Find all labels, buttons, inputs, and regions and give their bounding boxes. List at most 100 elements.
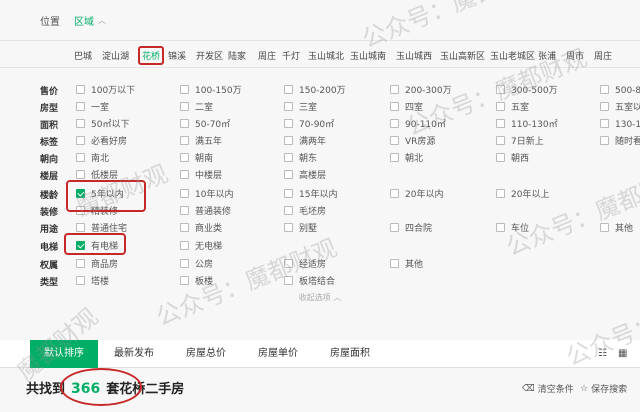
checkbox[interactable] [284, 259, 293, 268]
checkbox[interactable] [284, 170, 293, 179]
checkbox[interactable] [180, 241, 189, 250]
filter-option[interactable]: 五室 [496, 100, 529, 113]
checkbox[interactable] [496, 119, 505, 128]
filter-option[interactable]: 五室以上 [600, 100, 640, 113]
filter-option[interactable]: 四室 [390, 100, 423, 113]
checkbox[interactable] [496, 102, 505, 111]
checkbox[interactable] [390, 259, 399, 268]
checkbox[interactable] [284, 276, 293, 285]
filter-option[interactable]: 普通装修 [180, 204, 231, 217]
filter-option[interactable]: 朝西 [496, 151, 529, 164]
checkbox[interactable] [76, 223, 85, 232]
checkbox[interactable] [180, 206, 189, 215]
checkbox[interactable] [76, 170, 85, 179]
checkbox[interactable] [180, 119, 189, 128]
filter-option[interactable]: 车位 [496, 221, 529, 234]
checkbox[interactable] [180, 136, 189, 145]
filter-option[interactable]: 朝南 [180, 151, 213, 164]
filter-option[interactable]: 500-800万 [600, 83, 640, 96]
checkbox[interactable] [390, 223, 399, 232]
checkbox[interactable] [390, 136, 399, 145]
filter-option[interactable]: 150-200万 [284, 83, 346, 96]
filter-option[interactable]: 110-130㎡ [496, 117, 558, 130]
district-option[interactable]: 玉山高新区 [440, 49, 485, 62]
filter-option[interactable]: 满五年 [180, 134, 222, 147]
checkbox[interactable] [390, 102, 399, 111]
filter-option[interactable]: 商品房 [76, 257, 118, 270]
checkbox[interactable] [180, 170, 189, 179]
sort-tab[interactable]: 房屋面积 [316, 340, 384, 368]
filter-option[interactable]: 板楼 [180, 274, 213, 287]
district-option[interactable]: 巴城 [74, 49, 92, 62]
filter-option[interactable]: 70-90㎡ [284, 117, 334, 130]
checkbox[interactable] [180, 259, 189, 268]
checkbox[interactable] [180, 223, 189, 232]
checkbox[interactable] [76, 153, 85, 162]
filter-option[interactable]: 商业类 [180, 221, 222, 234]
checkbox[interactable] [390, 153, 399, 162]
checkbox[interactable] [496, 136, 505, 145]
filter-option[interactable]: 无电梯 [180, 239, 222, 252]
checkbox[interactable] [390, 85, 399, 94]
sort-tab[interactable]: 房屋总价 [172, 340, 240, 368]
checkbox[interactable] [284, 206, 293, 215]
filter-option[interactable]: 塔楼 [76, 274, 109, 287]
checkbox[interactable] [180, 153, 189, 162]
filter-option[interactable]: 一室 [76, 100, 109, 113]
checkbox[interactable] [284, 223, 293, 232]
checkbox[interactable] [76, 85, 85, 94]
filter-option[interactable]: 高楼层 [284, 168, 326, 181]
checkbox[interactable] [76, 119, 85, 128]
district-option[interactable]: 周市 [566, 49, 584, 62]
checkbox[interactable] [76, 102, 85, 111]
checkbox[interactable] [180, 102, 189, 111]
district-option[interactable]: 锦溪 [168, 49, 186, 62]
filter-option[interactable]: 10年以内 [180, 187, 233, 200]
filter-option[interactable]: 满两年 [284, 134, 326, 147]
checkbox[interactable] [76, 136, 85, 145]
checkbox[interactable] [496, 85, 505, 94]
filter-option[interactable]: 四合院 [390, 221, 432, 234]
district-option[interactable]: 玉山老城区 [490, 49, 535, 62]
checkbox[interactable] [496, 153, 505, 162]
filter-option[interactable]: 100-150万 [180, 83, 242, 96]
district-option[interactable]: 开发区 [196, 49, 223, 62]
checkbox[interactable] [284, 189, 293, 198]
filter-option[interactable]: 随时看房 [600, 134, 640, 147]
filter-option[interactable]: 130-150㎡ [600, 117, 640, 130]
checkbox[interactable] [600, 102, 609, 111]
filter-option[interactable]: 20年以上 [496, 187, 549, 200]
checkbox[interactable] [180, 276, 189, 285]
filter-option[interactable]: 别墅 [284, 221, 317, 234]
filter-option[interactable]: 50㎡以下 [76, 117, 129, 130]
filter-option[interactable]: 90-110㎡ [390, 117, 446, 130]
district-option[interactable]: 张浦 [538, 49, 556, 62]
district-option[interactable]: 千灯 [282, 49, 300, 62]
filter-option[interactable]: 毛坯房 [284, 204, 326, 217]
filter-option[interactable]: 100万以下 [76, 83, 135, 96]
checkbox[interactable] [600, 85, 609, 94]
filter-option[interactable]: 其他 [600, 221, 633, 234]
district-option[interactable]: 玉山城北 [308, 49, 344, 62]
filter-option[interactable]: 15年以内 [284, 187, 337, 200]
checkbox[interactable] [180, 85, 189, 94]
filter-option[interactable]: 板塔结合 [284, 274, 335, 287]
checkbox[interactable] [390, 189, 399, 198]
checkbox[interactable] [180, 189, 189, 198]
filter-option[interactable]: 200-300万 [390, 83, 452, 96]
district-option[interactable]: 淀山湖 [102, 49, 129, 62]
filter-option[interactable]: 经适房 [284, 257, 326, 270]
district-option[interactable]: 陆家 [228, 49, 246, 62]
filter-option[interactable]: 中楼层 [180, 168, 222, 181]
checkbox[interactable] [284, 153, 293, 162]
checkbox[interactable] [76, 259, 85, 268]
sort-tab[interactable]: 最新发布 [100, 340, 168, 368]
district-option[interactable]: 玉山城西 [396, 49, 432, 62]
district-option[interactable]: 周庄 [594, 49, 612, 62]
district-option[interactable]: 周庄 [258, 49, 276, 62]
checkbox[interactable] [284, 136, 293, 145]
checkbox[interactable] [600, 223, 609, 232]
filter-option[interactable]: 20年以内 [390, 187, 443, 200]
filter-option[interactable]: VR房源 [390, 134, 435, 147]
filter-option[interactable]: 南北 [76, 151, 109, 164]
